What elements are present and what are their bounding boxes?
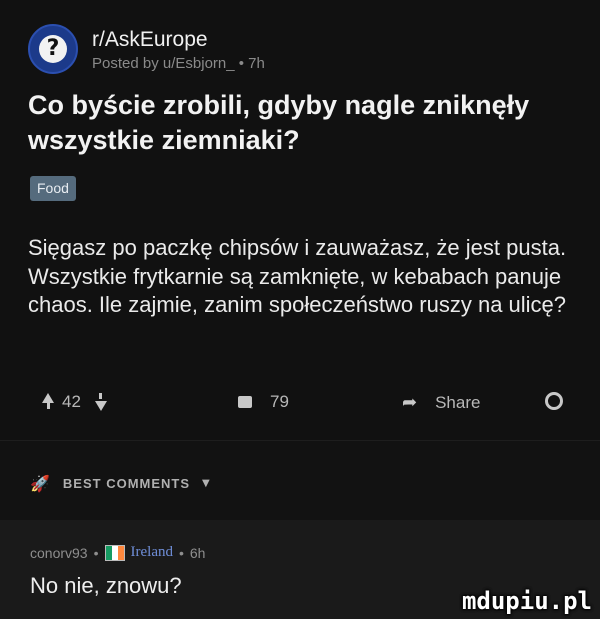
share-button[interactable]: ➦ Share xyxy=(402,392,480,413)
question-mark-avatar-icon: ? xyxy=(39,35,67,63)
share-icon: ➦ xyxy=(402,392,418,413)
ireland-flag-icon xyxy=(104,544,125,561)
comment-sort-bar: 🚀 BEST COMMENTS ▼ xyxy=(0,440,600,521)
comment-meta: conorv93 • Ireland • 6h xyxy=(30,544,205,561)
comment-text: No nie, znowu? xyxy=(30,573,182,598)
comment-time: 6h xyxy=(189,544,206,561)
subreddit-name[interactable]: r/AskEurope xyxy=(92,28,208,52)
vote-score: 42 xyxy=(62,392,81,411)
post-flair[interactable]: Food xyxy=(30,176,76,201)
post-actions: 42 79 ➦ Share xyxy=(0,384,600,424)
comment-icon xyxy=(238,396,252,408)
post-header: ? r/AskEurope Posted by u/Esbjorn_ • 7h xyxy=(28,24,568,78)
post-title[interactable]: Co byście zrobili, gdyby nagle zniknęły … xyxy=(28,88,588,158)
share-label: Share xyxy=(435,392,481,412)
meta-separator-2: • xyxy=(178,544,184,561)
subreddit-avatar[interactable]: ? xyxy=(28,24,78,74)
chevron-down-icon: ▼ xyxy=(202,478,211,489)
comment-author[interactable]: conorv93 xyxy=(30,545,88,561)
post-body: Sięgasz po paczkę chipsów i zauważasz, ż… xyxy=(28,235,567,317)
comment-country: Ireland xyxy=(130,544,173,560)
gear-icon xyxy=(545,392,563,410)
sort-label: BEST COMMENTS xyxy=(62,476,191,491)
watermark: mdupiu.pl xyxy=(461,587,592,615)
vote-group: 42 xyxy=(42,392,107,412)
meta-separator: • xyxy=(93,544,99,561)
post-meta: Posted by u/Esbjorn_ • 7h xyxy=(92,55,265,72)
comment-count: 79 xyxy=(270,392,289,411)
rocket-icon: 🚀 xyxy=(30,474,51,493)
settings-button[interactable] xyxy=(545,392,563,410)
post-card: ? r/AskEurope Posted by u/Esbjorn_ • 7h … xyxy=(0,0,600,440)
sort-dropdown[interactable]: 🚀 BEST COMMENTS ▼ xyxy=(30,474,211,493)
downvote-icon[interactable] xyxy=(94,393,107,411)
comments-button[interactable]: 79 xyxy=(238,392,289,412)
upvote-icon[interactable] xyxy=(42,393,54,409)
